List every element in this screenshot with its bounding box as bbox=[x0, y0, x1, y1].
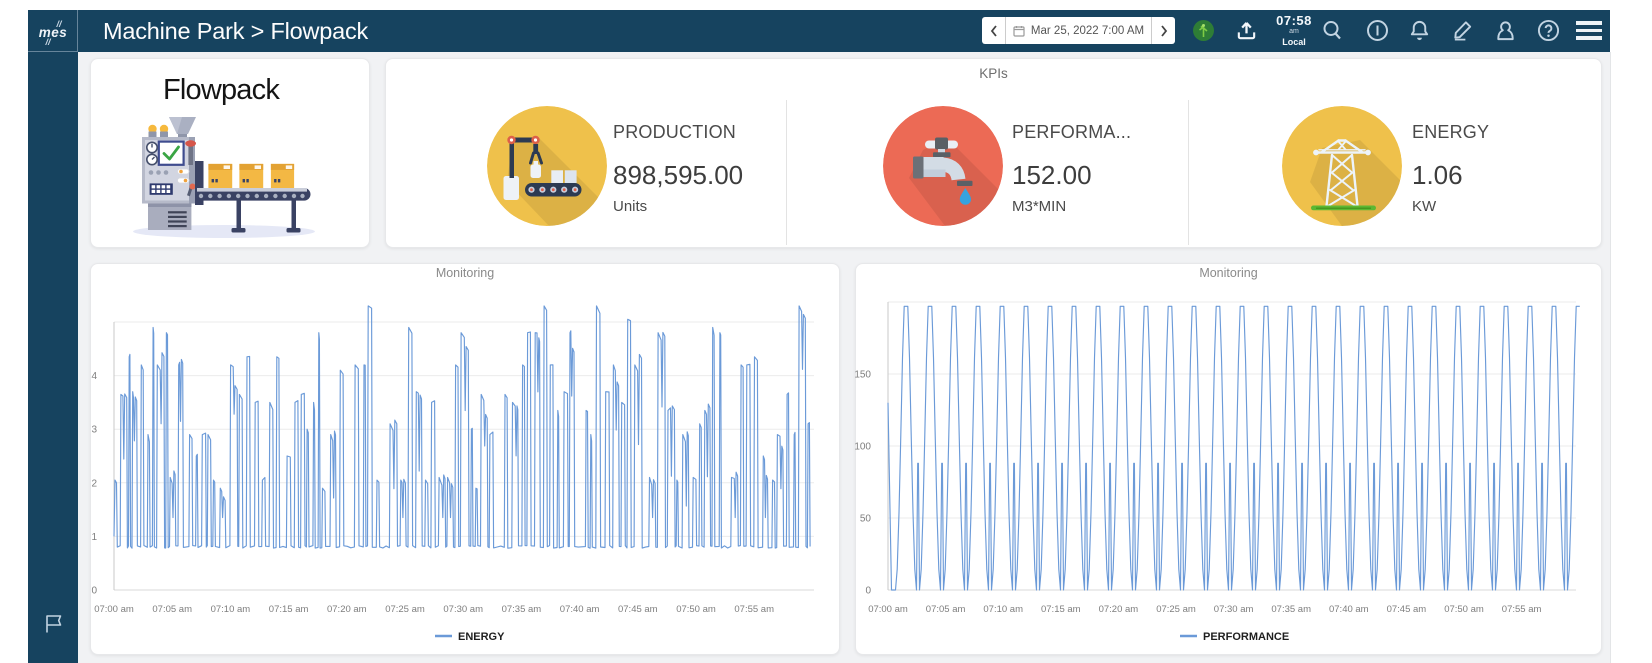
svg-text:07:25 am: 07:25 am bbox=[385, 604, 425, 615]
svg-text:4: 4 bbox=[91, 371, 97, 382]
svg-text:mes: mes bbox=[39, 25, 68, 40]
svg-text:07:25 am: 07:25 am bbox=[1156, 604, 1196, 615]
svg-text:07:45 am: 07:45 am bbox=[618, 604, 658, 615]
svg-text:07:15 am: 07:15 am bbox=[1041, 604, 1081, 615]
svg-text:07:50 am: 07:50 am bbox=[1444, 604, 1484, 615]
svg-text:Monitoring: Monitoring bbox=[436, 266, 494, 280]
svg-text:0: 0 bbox=[91, 586, 97, 597]
svg-text:07:45 am: 07:45 am bbox=[1387, 604, 1427, 615]
svg-text:150: 150 bbox=[855, 370, 871, 381]
svg-text:07:20 am: 07:20 am bbox=[327, 604, 367, 615]
svg-text:07:40 am: 07:40 am bbox=[1329, 604, 1369, 615]
svg-text:07:15 am: 07:15 am bbox=[269, 604, 309, 615]
svg-text:1: 1 bbox=[91, 532, 97, 543]
svg-text:07:20 am: 07:20 am bbox=[1099, 604, 1139, 615]
svg-text:100: 100 bbox=[855, 442, 871, 453]
svg-text:07:35 am: 07:35 am bbox=[502, 604, 542, 615]
svg-text:07:30 am: 07:30 am bbox=[1214, 604, 1254, 615]
svg-text:07:05 am: 07:05 am bbox=[152, 604, 192, 615]
svg-text:07:30 am: 07:30 am bbox=[443, 604, 483, 615]
svg-text:07:00 am: 07:00 am bbox=[94, 604, 134, 615]
svg-text:07:55 am: 07:55 am bbox=[734, 604, 774, 615]
svg-text:07:10 am: 07:10 am bbox=[983, 604, 1023, 615]
svg-text:2: 2 bbox=[91, 478, 97, 489]
svg-text:07:50 am: 07:50 am bbox=[676, 604, 716, 615]
svg-text:50: 50 bbox=[860, 514, 872, 525]
svg-text:07:40 am: 07:40 am bbox=[560, 604, 600, 615]
svg-text:07:05 am: 07:05 am bbox=[926, 604, 966, 615]
svg-text:0: 0 bbox=[865, 586, 871, 597]
svg-text:Monitoring: Monitoring bbox=[1199, 266, 1257, 280]
svg-text:07:55 am: 07:55 am bbox=[1502, 604, 1542, 615]
svg-text:PERFORMANCE: PERFORMANCE bbox=[1203, 631, 1289, 643]
svg-text:3: 3 bbox=[91, 425, 97, 436]
svg-text:07:00 am: 07:00 am bbox=[868, 604, 908, 615]
svg-text:ENERGY: ENERGY bbox=[458, 631, 505, 643]
svg-text:07:10 am: 07:10 am bbox=[211, 604, 251, 615]
svg-text:07:35 am: 07:35 am bbox=[1271, 604, 1311, 615]
